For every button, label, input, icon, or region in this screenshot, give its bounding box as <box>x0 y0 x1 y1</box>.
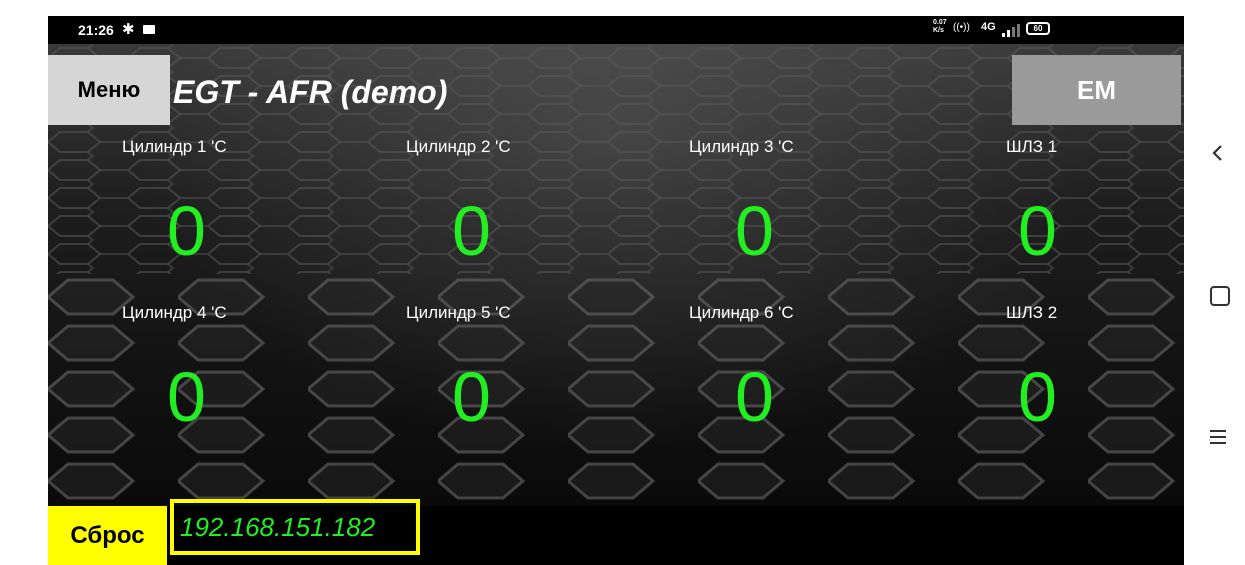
sensor-value-cylinder-1: 0 <box>167 192 206 270</box>
clock: 21:26 <box>78 22 114 38</box>
sensor-value-cylinder-4: 0 <box>167 358 206 436</box>
bluetooth-icon: ✱ <box>122 21 135 38</box>
battery-icon: 60 <box>1026 22 1050 35</box>
em-button[interactable]: EM <box>1012 55 1181 125</box>
sensor-value-cylinder-6: 0 <box>735 358 774 436</box>
hotspot-icon: ((•)) <box>953 22 970 33</box>
system-nav-bar <box>1196 16 1245 565</box>
sensor-value-cylinder-2: 0 <box>452 192 491 270</box>
reset-button[interactable]: Сброс <box>48 506 167 565</box>
sensor-label-cylinder-6: Цилиндр 6 'C <box>689 303 794 322</box>
sensor-value-lambda-1: 0 <box>1018 192 1057 270</box>
sensor-value-cylinder-3: 0 <box>735 192 774 270</box>
back-icon[interactable] <box>1208 143 1228 163</box>
sensor-label-cylinder-2: Цилиндр 2 'C <box>406 137 511 156</box>
app-screen: 21:26 ✱ 0.07 K/s ((•)) 4G 60 Меню EGT - … <box>48 16 1184 565</box>
sensor-label-cylinder-4: Цилиндр 4 'C <box>122 303 227 322</box>
network-speed: 0.07 K/s <box>933 19 947 35</box>
network-type: 4G <box>981 21 996 33</box>
sensor-value-cylinder-5: 0 <box>452 358 491 436</box>
status-bar: 21:26 ✱ 0.07 K/s ((•)) 4G 60 <box>48 16 1184 44</box>
sensor-label-lambda-1: ШЛЗ 1 <box>1006 137 1058 156</box>
menu-button[interactable]: Меню <box>48 55 170 125</box>
sensor-label-lambda-2: ШЛЗ 2 <box>1006 303 1058 322</box>
network-speed-unit: K/s <box>933 27 944 34</box>
sensor-label-cylinder-5: Цилиндр 5 'C <box>406 303 511 322</box>
page-title: EGT - AFR (demo) <box>173 74 448 110</box>
sensor-label-cylinder-3: Цилиндр 3 'C <box>689 137 794 156</box>
network-speed-value: 0.07 <box>933 19 947 26</box>
sensor-label-cylinder-1: Цилиндр 1 'C <box>122 137 227 156</box>
ip-address-text: 192.168.151.182 <box>180 511 376 542</box>
ip-address-field[interactable]: 192.168.151.182 <box>170 499 420 555</box>
home-icon[interactable] <box>1210 286 1230 306</box>
recent-apps-icon[interactable] <box>1208 427 1228 447</box>
signal-icon <box>1002 24 1020 37</box>
sensor-value-lambda-2: 0 <box>1018 358 1057 436</box>
message-icon <box>143 25 155 34</box>
